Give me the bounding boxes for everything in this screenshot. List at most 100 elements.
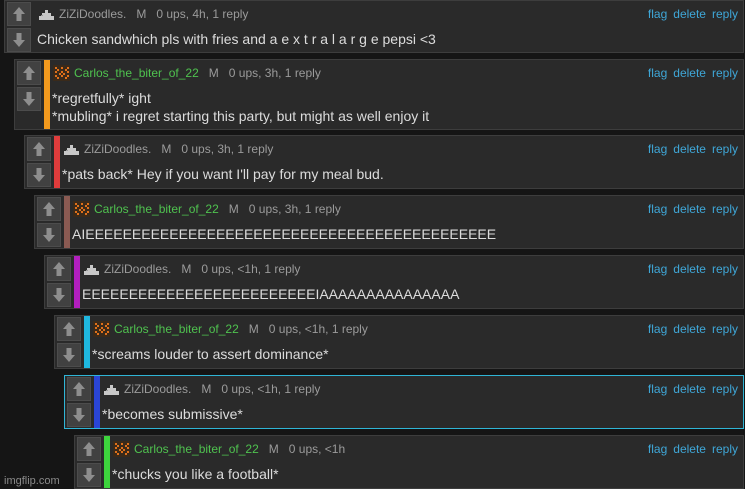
user-avatar[interactable] bbox=[112, 441, 134, 457]
comment-text-line: *pats back* Hey if you want I'll pay for… bbox=[62, 166, 384, 182]
downvote-button[interactable] bbox=[77, 463, 101, 487]
flag-link[interactable]: flag bbox=[648, 142, 667, 156]
comment-text-line: *becomes submissive* bbox=[102, 406, 243, 422]
comment-actions: flag delete reply bbox=[648, 381, 738, 397]
comment-actions: flag delete reply bbox=[648, 261, 738, 277]
delete-link[interactable]: delete bbox=[673, 202, 706, 216]
up-arrow-icon bbox=[82, 441, 96, 457]
flag-link[interactable]: flag bbox=[648, 262, 667, 276]
down-arrow-icon bbox=[62, 347, 76, 363]
upvote-button[interactable] bbox=[37, 197, 61, 221]
flag-link[interactable]: flag bbox=[648, 322, 667, 336]
delete-link[interactable]: delete bbox=[673, 142, 706, 156]
up-arrow-icon bbox=[22, 65, 36, 81]
delete-link[interactable]: delete bbox=[673, 442, 706, 456]
user-avatar[interactable] bbox=[52, 65, 74, 81]
delete-link[interactable]: delete bbox=[673, 382, 706, 396]
flag-link[interactable]: flag bbox=[648, 382, 667, 396]
comment-stats: 0 ups, <1h, 1 reply bbox=[268, 322, 368, 336]
downvote-button[interactable] bbox=[57, 343, 81, 367]
reply-link[interactable]: reply bbox=[712, 442, 738, 456]
downvote-button[interactable] bbox=[47, 283, 71, 307]
username-link[interactable]: Carlos_the_biter_of_22 bbox=[94, 202, 219, 216]
user-avatar[interactable] bbox=[92, 321, 114, 337]
comment-text-line: *regretfully* ight bbox=[52, 90, 151, 106]
comment-text: *becomes submissive* bbox=[102, 405, 243, 423]
down-arrow-icon bbox=[12, 32, 26, 48]
comment-meta: Carlos_the_biter_of_22 M 0 ups, <1h, 1 rep… bbox=[92, 321, 368, 337]
vote-controls bbox=[35, 196, 63, 248]
user-avatar[interactable] bbox=[72, 201, 94, 217]
delete-link[interactable]: delete bbox=[673, 262, 706, 276]
user-badge: M bbox=[228, 202, 239, 216]
reply-link[interactable]: reply bbox=[712, 66, 738, 80]
comment-meta: Carlos_the_biter_of_22 M 0 ups, <1h bbox=[112, 441, 345, 457]
upvote-button[interactable] bbox=[7, 2, 31, 26]
downvote-button[interactable] bbox=[7, 28, 31, 52]
username-link[interactable]: ZiZiDoodles. bbox=[104, 262, 171, 276]
upvote-button[interactable] bbox=[27, 137, 51, 161]
downvote-button[interactable] bbox=[67, 403, 91, 427]
comment-text: *regretfully* ight *mubling* i regret sta… bbox=[52, 89, 429, 125]
upvote-button[interactable] bbox=[57, 317, 81, 341]
user-badge: M bbox=[248, 322, 259, 336]
thread-depth-stripe bbox=[74, 256, 80, 308]
username-link[interactable]: ZiZiDoodles. bbox=[84, 142, 151, 156]
comment-text-line: *screams louder to assert dominance* bbox=[92, 346, 329, 362]
comment: Carlos_the_biter_of_22 M 0 ups, <1h, 1 rep… bbox=[54, 315, 744, 369]
reply-link[interactable]: reply bbox=[712, 382, 738, 396]
upvote-button[interactable] bbox=[77, 437, 101, 461]
delete-link[interactable]: delete bbox=[673, 7, 706, 21]
comment-text: AIEEEEEEEEEEEEEEEEEEEEEEEEEEEEEEEEEEEEEE… bbox=[72, 225, 496, 243]
down-arrow-icon bbox=[42, 227, 56, 243]
up-arrow-icon bbox=[72, 381, 86, 397]
user-badge: M bbox=[268, 442, 279, 456]
user-badge: M bbox=[208, 66, 219, 80]
delete-link[interactable]: delete bbox=[673, 66, 706, 80]
username-link[interactable]: ZiZiDoodles. bbox=[124, 382, 191, 396]
username-link[interactable]: Carlos_the_biter_of_22 bbox=[114, 322, 239, 336]
upvote-button[interactable] bbox=[67, 377, 91, 401]
username-link[interactable]: Carlos_the_biter_of_22 bbox=[134, 442, 259, 456]
downvote-button[interactable] bbox=[17, 87, 41, 111]
vote-controls bbox=[65, 376, 93, 428]
comment-body: Carlos_the_biter_of_22 M 0 ups, 3h, 1 repl… bbox=[72, 196, 743, 248]
downvote-button[interactable] bbox=[37, 223, 61, 247]
comment-meta: Carlos_the_biter_of_22 M 0 ups, 3h, 1 repl… bbox=[72, 201, 341, 217]
flag-link[interactable]: flag bbox=[648, 442, 667, 456]
comment-meta: ZiZiDoodles. M 0 ups, <1h, 1 reply bbox=[82, 261, 300, 277]
username-link[interactable]: ZiZiDoodles. bbox=[59, 7, 126, 21]
user-avatar[interactable] bbox=[102, 381, 124, 397]
comment-body: ZiZiDoodles. M 0 ups, <1h, 1 reply flag dele… bbox=[102, 376, 743, 428]
user-avatar[interactable] bbox=[82, 261, 104, 277]
thread-depth-stripe bbox=[54, 136, 60, 188]
reply-link[interactable]: reply bbox=[712, 322, 738, 336]
flag-link[interactable]: flag bbox=[648, 7, 667, 21]
comment-text: *chucks you like a football* bbox=[112, 465, 279, 483]
reply-link[interactable]: reply bbox=[712, 262, 738, 276]
up-arrow-icon bbox=[32, 141, 46, 157]
user-badge: M bbox=[161, 142, 172, 156]
vote-controls bbox=[25, 136, 53, 188]
reply-link[interactable]: reply bbox=[712, 142, 738, 156]
comment-stats: 0 ups, 3h, 1 reply bbox=[248, 202, 341, 216]
comment-text: Chicken sandwhich pls with fries and a e… bbox=[37, 30, 436, 48]
reply-link[interactable]: reply bbox=[712, 7, 738, 21]
flag-link[interactable]: flag bbox=[648, 202, 667, 216]
upvote-button[interactable] bbox=[17, 61, 41, 85]
user-avatar[interactable] bbox=[62, 141, 84, 157]
comment-body: Carlos_the_biter_of_22 M 0 ups, <1h flag del… bbox=[112, 436, 743, 488]
username-link[interactable]: Carlos_the_biter_of_22 bbox=[74, 66, 199, 80]
comment-text: *screams louder to assert dominance* bbox=[92, 345, 329, 363]
upvote-button[interactable] bbox=[47, 257, 71, 281]
delete-link[interactable]: delete bbox=[673, 322, 706, 336]
user-badge: M bbox=[181, 262, 192, 276]
comment-stats: 0 ups, 4h, 1 reply bbox=[156, 7, 249, 21]
down-arrow-icon bbox=[72, 407, 86, 423]
user-avatar[interactable] bbox=[37, 6, 59, 22]
comment-actions: flag delete reply bbox=[648, 201, 738, 217]
flag-link[interactable]: flag bbox=[648, 66, 667, 80]
comment-actions: flag delete reply bbox=[648, 321, 738, 337]
downvote-button[interactable] bbox=[27, 163, 51, 187]
reply-link[interactable]: reply bbox=[712, 202, 738, 216]
